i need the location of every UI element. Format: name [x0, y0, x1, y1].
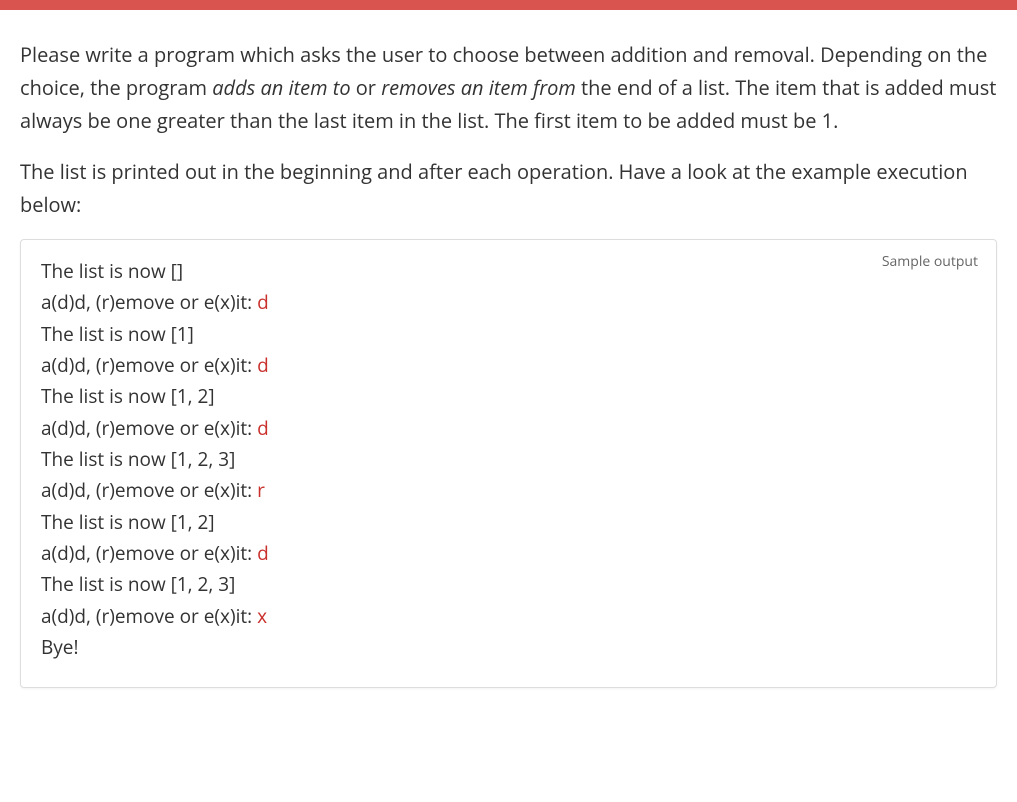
output-line: a(d)d, (r)emove or e(x)it: d: [41, 287, 976, 318]
output-prompt-text: a(d)d, (r)emove or e(x)it:: [41, 540, 257, 566]
output-line: The list is now [1, 2, 3]: [41, 569, 976, 600]
top-accent-bar: [0, 0, 1017, 10]
output-prompt-text: The list is now [1]: [41, 321, 194, 347]
output-prompt-text: a(d)d, (r)emove or e(x)it:: [41, 352, 257, 378]
description-paragraph-1: Please write a program which asks the us…: [20, 38, 997, 137]
output-line: a(d)d, (r)emove or e(x)it: x: [41, 601, 976, 632]
output-user-input: d: [257, 415, 269, 441]
sample-output-label: Sample output: [882, 252, 978, 271]
output-prompt-text: The list is now [1, 2]: [41, 509, 215, 535]
output-prompt-text: The list is now [1, 2]: [41, 383, 215, 409]
output-user-input: d: [257, 540, 269, 566]
output-line: a(d)d, (r)emove or e(x)it: r: [41, 475, 976, 506]
output-line: The list is now [1, 2]: [41, 381, 976, 412]
output-prompt-text: a(d)d, (r)emove or e(x)it:: [41, 289, 257, 315]
output-prompt-text: Bye!: [41, 634, 78, 660]
output-prompt-text: The list is now [1, 2, 3]: [41, 571, 235, 597]
sample-output-block: Sample output The list is now [] a(d)d, (…: [20, 239, 997, 688]
output-prompt-text: a(d)d, (r)emove or e(x)it:: [41, 415, 257, 441]
output-prompt-text: a(d)d, (r)emove or e(x)it:: [41, 477, 257, 503]
output-user-input: d: [257, 352, 269, 378]
output-line: a(d)d, (r)emove or e(x)it: d: [41, 350, 976, 381]
desc-italic-2: removes an item from: [381, 74, 576, 101]
output-line: The list is now []: [41, 256, 976, 287]
output-line: Bye!: [41, 632, 976, 663]
output-prompt-text: The list is now [1, 2, 3]: [41, 446, 235, 472]
output-prompt-text: a(d)d, (r)emove or e(x)it:: [41, 603, 257, 629]
problem-description: Please write a program which asks the us…: [20, 38, 997, 221]
output-lines-container: The list is now [] a(d)d, (r)emove or e(x…: [41, 256, 976, 663]
output-user-input: x: [257, 603, 267, 629]
output-user-input: r: [257, 477, 265, 503]
output-user-input: d: [257, 289, 269, 315]
output-prompt-text: The list is now []: [41, 258, 183, 284]
output-line: The list is now [1, 2]: [41, 507, 976, 538]
output-line: a(d)d, (r)emove or e(x)it: d: [41, 413, 976, 444]
desc-text-2: or: [351, 74, 382, 101]
output-line: The list is now [1, 2, 3]: [41, 444, 976, 475]
output-line: a(d)d, (r)emove or e(x)it: d: [41, 538, 976, 569]
description-paragraph-2: The list is printed out in the beginning…: [20, 155, 997, 221]
output-line: The list is now [1]: [41, 319, 976, 350]
desc-italic-1: adds an item to: [212, 74, 350, 101]
content-area: Please write a program which asks the us…: [0, 10, 1017, 708]
